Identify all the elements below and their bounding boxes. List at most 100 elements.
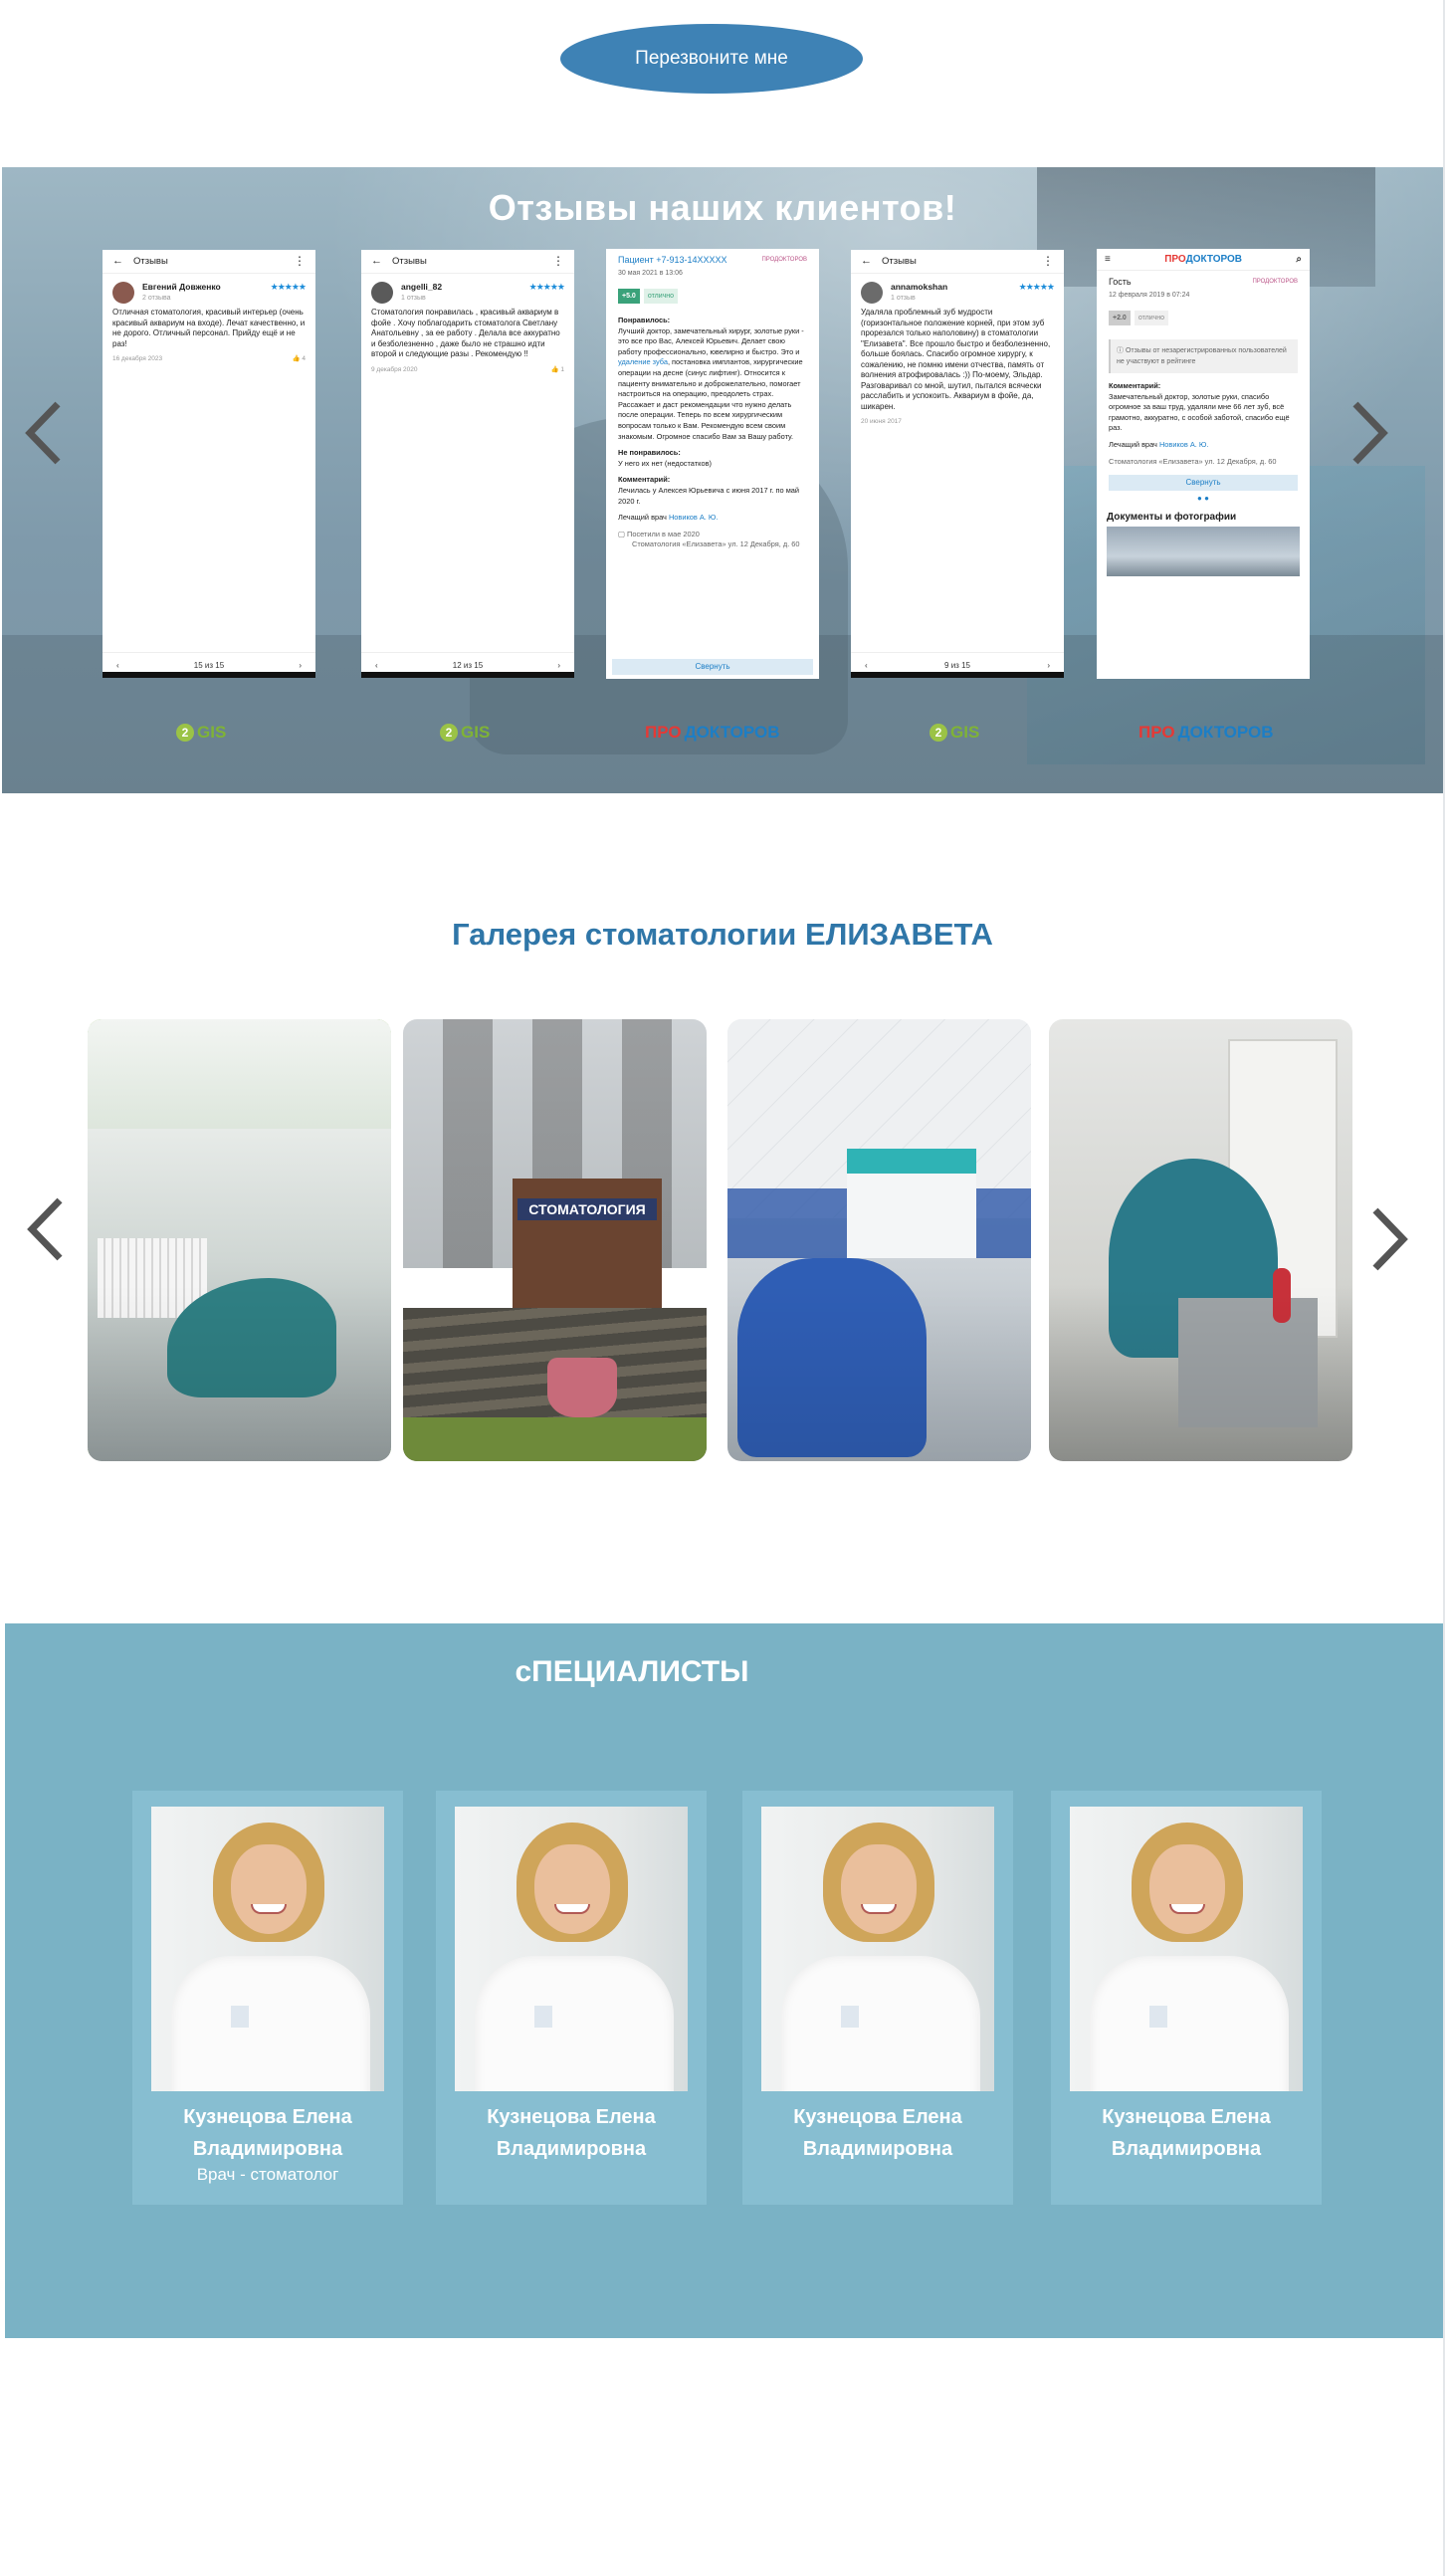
pager-prev-icon[interactable]: ‹ xyxy=(375,660,378,671)
pager-next-icon[interactable]: › xyxy=(557,660,560,671)
photo-badge xyxy=(841,2006,859,2028)
avatar xyxy=(112,282,134,304)
brand-text-blue: ДОКТОРОВ xyxy=(1177,723,1274,742)
comment-text: Замечательный доктор, золотые руки, спас… xyxy=(1109,391,1290,433)
photo-shade xyxy=(727,1019,1031,1461)
review-card[interactable]: ← Отзывы ⋮ annamokshan 1 отзыв ★★★★★ Уда… xyxy=(851,250,1064,678)
photo-shade xyxy=(1049,1019,1352,1461)
pager-next-icon[interactable]: › xyxy=(299,660,302,671)
visit-date: Посетили в мае 2020 xyxy=(627,529,700,538)
doctor-label: Лечащий врач xyxy=(618,513,667,523)
disliked-text: У него их нет (недостатков) xyxy=(618,458,712,468)
gallery-next-arrow[interactable] xyxy=(1363,1204,1413,1274)
score-value: +5.0 xyxy=(618,289,640,304)
comment-label: Комментарий: xyxy=(618,475,671,485)
gallery-photo-treatment-room[interactable] xyxy=(88,1019,391,1461)
review-guest: Гость ПРОДОКТОРОВ xyxy=(1097,271,1310,290)
specialist-role: Врач - стоматолог xyxy=(196,2165,339,2184)
review-card[interactable]: ← Отзывы ⋮ angelli_82 1 отзыв ★★★★★ Стом… xyxy=(361,250,574,678)
gallery-photo-dental-chair[interactable] xyxy=(1049,1019,1352,1461)
source-tag: ПРОДОКТОРОВ xyxy=(761,257,807,263)
brand-text: GIS xyxy=(197,723,227,742)
collapse-button[interactable]: Свернуть xyxy=(1109,475,1298,492)
reviews-next-arrow[interactable] xyxy=(1344,398,1393,468)
review-date: 20 июня 2017 xyxy=(861,418,902,425)
specialist-card[interactable]: Кузнецова Елена Владимировна xyxy=(1051,1791,1322,2205)
specialists-section: сПЕЦИАЛИСТЫ Кузнецова Елена Владимировна… xyxy=(5,1623,1443,2338)
info-icon: ⓘ xyxy=(1117,347,1124,354)
review-meta: 9 декабря 2020 👍 1 xyxy=(361,360,574,379)
photo-badge xyxy=(534,2006,552,2028)
search-icon[interactable]: ⌕ xyxy=(1296,254,1302,265)
photo-grass xyxy=(403,1417,707,1461)
review-body: Понравилось: Лучший доктор, замечательны… xyxy=(606,316,819,550)
doctor-link[interactable]: Новиков А. Ю. xyxy=(1159,440,1208,449)
pager-prev-icon[interactable]: ‹ xyxy=(116,660,119,671)
source-tag: ПРОДОКТОРОВ xyxy=(1252,279,1298,285)
specialist-patronymic: Владимировна xyxy=(192,2138,343,2160)
document-photo xyxy=(1107,527,1300,577)
doctor-row: Лечащий врач Новиков А. Ю. xyxy=(618,513,807,524)
review-card[interactable]: Пациент +7-913-14XXXXX ПРОДОКТОРОВ 30 ма… xyxy=(606,249,819,679)
specialist-card[interactable]: Кузнецова Елена Владимировна xyxy=(742,1791,1013,2205)
specialist-photo xyxy=(1070,1807,1303,2091)
specialist-card[interactable]: Кузнецова Елена Владимировна Врач - стом… xyxy=(132,1791,403,2205)
photo-coat xyxy=(781,1956,980,2091)
pager-prev-icon[interactable]: ‹ xyxy=(865,660,868,671)
more-icon: ⋮ xyxy=(1042,254,1054,268)
review-date: 12 февраля 2019 в 07:24 xyxy=(1109,292,1190,299)
brand-text-red: ПРО xyxy=(1138,723,1175,742)
collapse-button[interactable]: Свернуть xyxy=(612,659,813,675)
photo-smile xyxy=(1169,1904,1205,1914)
liked-text: Лучший доктор, замечательный хирург, зол… xyxy=(618,325,804,356)
reviews-title: Отзывы наших клиентов! xyxy=(488,187,957,228)
brand-2gis-logo: 2 GIS xyxy=(440,723,490,743)
score-label: отлично xyxy=(643,289,679,304)
reviews-section: Отзывы наших клиентов! ← Отзывы ⋮ Евгени… xyxy=(2,167,1443,793)
review-user: Евгений Довженко 2 отзыва ★★★★★ xyxy=(103,274,315,308)
reviews-prev-arrow[interactable] xyxy=(20,398,70,468)
gallery-photo-entrance[interactable]: СТОМАТОЛОГИЯ xyxy=(403,1019,707,1461)
brand-prodoctorov-logo: ПРО ДОКТОРОВ xyxy=(645,723,780,743)
review-likes: 👍 1 xyxy=(550,364,564,375)
back-arrow-icon: ← xyxy=(371,255,382,267)
review-user-meta: 1 отзыв xyxy=(401,295,426,302)
rating-stars: ★★★★★ xyxy=(528,282,565,292)
photo-badge xyxy=(1149,2006,1167,2028)
review-score: +2.0 отлично xyxy=(1109,311,1169,325)
pager-next-icon[interactable]: › xyxy=(1047,660,1050,671)
brand-text-blue: ДОКТОРОВ xyxy=(684,723,780,742)
brand-prodoctorov-logo: ПРО ДОКТОРОВ xyxy=(1138,723,1274,743)
visit-info: ▢ Посетили в мае 2020 xyxy=(618,530,807,540)
gallery-prev-arrow[interactable] xyxy=(22,1194,72,1264)
callback-button[interactable]: Перезвоните мне xyxy=(560,24,863,94)
gallery-photo-sterilizer[interactable] xyxy=(727,1019,1031,1461)
review-date: 9 декабря 2020 xyxy=(371,365,418,373)
specialist-surname: Кузнецова Елена xyxy=(1102,2106,1271,2128)
logo-part-blue: ДОКТОРОВ xyxy=(1185,254,1243,265)
review-pager: ‹ 9 из 15 › xyxy=(851,652,1064,678)
review-card-header: ← Отзывы ⋮ xyxy=(361,250,574,274)
rating-stars: ★★★★★ xyxy=(1018,282,1055,292)
photo-face xyxy=(231,1844,307,1934)
review-meta: 20 июня 2017 xyxy=(851,412,1064,431)
doctor-link[interactable]: Новиков А. Ю. xyxy=(669,513,718,522)
liked-label: Понравилось: xyxy=(618,316,671,324)
review-screen-title: Отзывы xyxy=(392,256,427,267)
liked-link[interactable]: удаление зуба xyxy=(618,357,668,366)
patient-name: Пациент +7-913-14XXXXX xyxy=(618,255,727,265)
logo-part-red: ПРО xyxy=(1164,254,1186,265)
review-card[interactable]: ← Отзывы ⋮ Евгений Довженко 2 отзыва ★★★… xyxy=(103,250,315,678)
avatar xyxy=(861,282,883,304)
guest-name: Гость xyxy=(1109,277,1132,287)
pager-label: 9 из 15 xyxy=(944,661,970,670)
review-card[interactable]: ≡ ПРОДОКТОРОВ ⌕ Гость ПРОДОКТОРОВ 12 фев… xyxy=(1097,249,1310,679)
menu-icon[interactable]: ≡ xyxy=(1105,254,1111,265)
specialist-photo xyxy=(761,1807,994,2091)
specialist-surname: Кузнецова Елена xyxy=(793,2106,962,2128)
prodoctorov-logo: ПРОДОКТОРОВ xyxy=(1164,254,1242,265)
chevron-right-icon xyxy=(1372,1207,1408,1271)
specialist-card[interactable]: Кузнецова Елена Владимировна xyxy=(436,1791,707,2205)
comment-label: Комментарий: xyxy=(1109,381,1161,390)
review-date: 30 мая 2021 в 13:06 xyxy=(618,270,683,277)
